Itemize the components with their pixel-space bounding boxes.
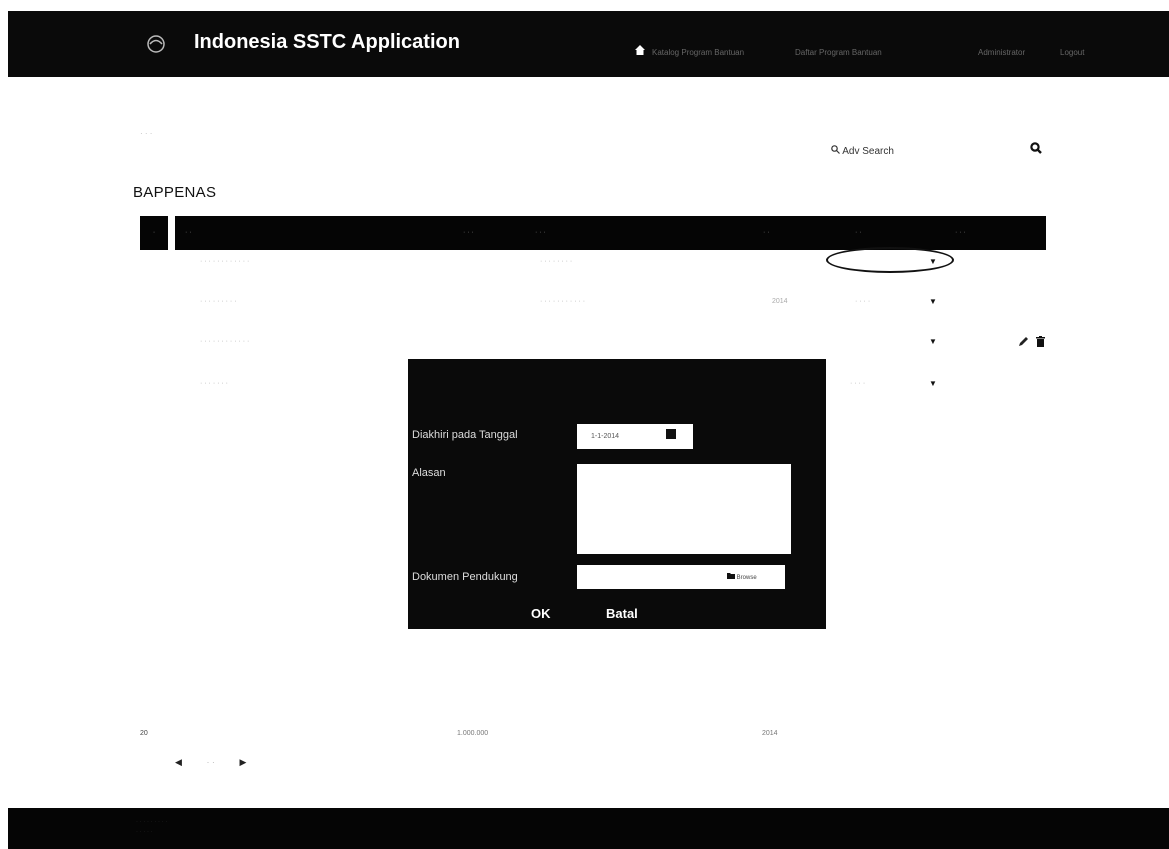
- folder-icon: [727, 573, 735, 579]
- adv-search-icon: [831, 145, 842, 157]
- top-navbar: Indonesia SSTC Application Katalog Progr…: [8, 11, 1169, 77]
- breadcrumb: · · ·: [140, 129, 153, 138]
- adv-search-link[interactable]: Adv Search: [831, 145, 894, 157]
- app-title: Indonesia SSTC Application: [194, 31, 460, 53]
- table-header: · · · · · · · · · · · · · · ·: [175, 216, 1046, 250]
- nav-admin-link[interactable]: Administrator: [978, 48, 1025, 57]
- table-cell-year: 2014: [762, 730, 778, 737]
- table-cell: · · · · · · · · · · · ·: [200, 258, 250, 265]
- doc-label: Dokumen Pendukung: [412, 571, 518, 583]
- calendar-icon[interactable]: [666, 429, 676, 439]
- column-header[interactable]: · ·: [855, 229, 862, 236]
- caret-down-icon[interactable]: ▼: [929, 379, 937, 388]
- home-icon[interactable]: [635, 44, 645, 58]
- table-cell: · · · · · · · · ·: [200, 298, 237, 305]
- highlight-annotation: [826, 247, 954, 273]
- search-icon[interactable]: [1030, 141, 1042, 157]
- column-header[interactable]: · · ·: [463, 229, 474, 236]
- table-cell: · · · ·: [855, 298, 871, 305]
- table-cell-year: 2014: [772, 298, 788, 305]
- column-header[interactable]: · · ·: [955, 229, 966, 236]
- caret-down-icon[interactable]: ▼: [929, 297, 937, 306]
- column-header[interactable]: · · ·: [535, 229, 546, 236]
- pagination: ◀ · · ▶: [175, 757, 246, 768]
- table-cell: · · · · · · · ·: [540, 258, 573, 265]
- reason-textarea[interactable]: [577, 464, 791, 554]
- browse-label: Browse: [736, 575, 757, 581]
- footer-text: · · · · · · · · ·: [136, 819, 168, 825]
- adv-search-label: Adv Search: [842, 146, 894, 157]
- browse-button[interactable]: Browse: [727, 573, 757, 581]
- caret-down-icon[interactable]: ▼: [929, 337, 937, 346]
- cancel-button[interactable]: Batal: [606, 606, 638, 621]
- doc-file-input[interactable]: Browse: [577, 565, 785, 589]
- footer: · · · · · · · · · · · · · ·: [8, 808, 1169, 849]
- nav-daftar-link[interactable]: Daftar Program Bantuan: [795, 48, 882, 57]
- table-cell-amount: 1.000.000: [457, 730, 489, 737]
- reason-label: Alasan: [412, 467, 446, 479]
- column-header[interactable]: · ·: [763, 229, 770, 236]
- nav-logout-link[interactable]: Logout: [1060, 48, 1084, 57]
- column-header-no: ·: [140, 216, 168, 250]
- table-cell: · · · · · · ·: [200, 380, 228, 387]
- edit-icon[interactable]: [1018, 336, 1029, 350]
- table-cell: · · · · · · · · · · · ·: [200, 338, 250, 345]
- table-cell: · · · · · · · · · · ·: [540, 298, 586, 305]
- table-cell: · · · ·: [850, 380, 866, 387]
- page-numbers[interactable]: · ·: [206, 757, 215, 767]
- end-date-label: Diakhiri pada Tanggal: [412, 429, 518, 441]
- table-cell-number: 20: [140, 730, 148, 737]
- column-header[interactable]: · ·: [185, 229, 192, 236]
- page-title: BAPPENAS: [133, 184, 217, 201]
- prev-icon[interactable]: ◀: [175, 757, 182, 767]
- end-program-modal: Diakhiri pada Tanggal 1-1-2014 Alasan Do…: [408, 359, 826, 629]
- next-icon[interactable]: ▶: [239, 757, 246, 767]
- footer-text: · · · · ·: [136, 829, 153, 835]
- nav-katalog-link[interactable]: Katalog Program Bantuan: [652, 48, 744, 57]
- delete-icon[interactable]: [1036, 336, 1045, 350]
- ok-button[interactable]: OK: [531, 606, 551, 621]
- logo-icon: [145, 33, 167, 55]
